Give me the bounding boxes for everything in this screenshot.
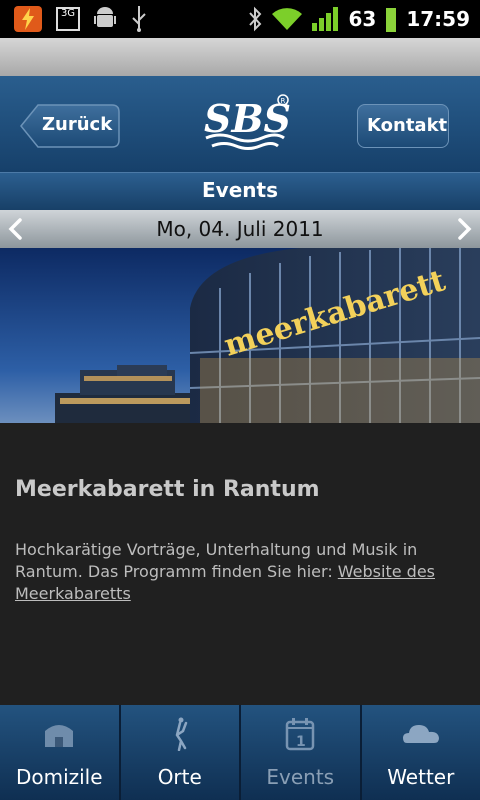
section-title: Events [202,178,278,202]
back-button[interactable]: Zurück [20,104,120,148]
usb-icon [132,6,146,32]
glass-building: meerkabarett [189,248,480,423]
battery-icon [386,8,397,32]
event-details: Meerkabarett in Rantum Hochkarätige Vort… [0,423,480,705]
tab-wetter[interactable]: Wetter [362,705,480,800]
bluetooth-icon [249,6,262,32]
event-description-block: Hochkarätige Vorträge, Unterhaltung und … [15,539,455,605]
tab-orte[interactable]: Orte [121,705,241,800]
figure-icon [175,717,187,751]
date-navigator: Mo, 04. Juli 2011 [0,210,480,248]
network-3g-icon: 3G [56,7,80,31]
contact-button[interactable]: Kontakt [357,104,449,148]
clock: 17:59 [406,7,470,31]
tab-domizile[interactable]: Domizile [0,705,121,800]
back-button-label: Zurück [42,114,113,135]
svg-text:1: 1 [296,734,306,750]
tab-label-orte: Orte [157,765,202,789]
wifi-icon [272,8,303,30]
tab-label-wetter: Wetter [387,765,455,789]
status-bar: 3G 63 17:59 [0,0,480,38]
android-icon [94,7,116,27]
title-bar [0,38,480,76]
svg-text:R: R [281,97,286,105]
battery-level: 63 [348,7,377,31]
current-date: Mo, 04. Juli 2011 [156,217,324,241]
event-title: Meerkabarett in Rantum [15,477,320,502]
app-header: Zurück SBS R Kontakt [0,76,480,172]
cloud-icon [402,725,439,743]
bottom-tab-bar: Domizile Orte 1 Events Wetter [0,705,480,800]
flash-app-icon [14,6,42,32]
contact-button-label: Kontakt [367,115,448,136]
network-label: 3G [60,8,76,19]
tab-label-domizile: Domizile [15,765,103,789]
event-photo: meerkabarett [0,248,480,423]
next-day-arrow-icon[interactable] [454,217,474,241]
section-title-bar: Events [0,172,480,212]
tab-events[interactable]: 1 Events [241,705,362,800]
sbs-logo: SBS R [204,94,290,150]
house-icon [45,725,74,747]
tab-label-events: Events [266,765,335,789]
signal-icon [312,7,339,31]
previous-day-arrow-icon[interactable] [6,217,26,241]
calendar-icon: 1 [286,718,315,751]
